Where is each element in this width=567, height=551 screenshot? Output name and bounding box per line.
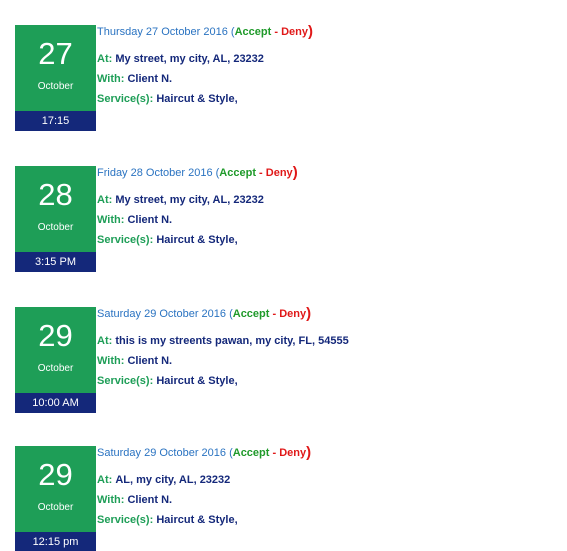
- client-label: With:: [97, 355, 125, 367]
- date-month: October: [37, 502, 74, 513]
- date-badge: 29 October 12:15 pm: [15, 446, 96, 551]
- appointment-date-text: Friday 28 October 2016 (: [97, 167, 220, 179]
- appointment-date-text: Saturday 29 October 2016 (: [97, 447, 233, 459]
- accept-link[interactable]: Accept: [233, 447, 270, 459]
- date-month: October: [37, 222, 74, 233]
- date-day: 27: [38, 36, 73, 71]
- services-value: Haircut & Style,: [156, 234, 238, 246]
- client-value: Client N.: [127, 494, 173, 506]
- appointment-item: 29 October 12:15 pm Saturday 29 October …: [15, 444, 560, 551]
- accept-link[interactable]: Accept: [235, 26, 272, 38]
- appointment-headline: Saturday 29 October 2016 (Accept - Deny): [97, 305, 312, 322]
- deny-link[interactable]: Deny: [266, 167, 293, 179]
- appointment-time: 3:15 PM: [15, 252, 96, 272]
- appointment-headline: Friday 28 October 2016 (Accept - Deny): [97, 164, 298, 181]
- location-label: At:: [97, 53, 113, 65]
- action-separator: -: [259, 167, 263, 179]
- location-label: At:: [97, 194, 113, 206]
- action-separator: -: [272, 308, 277, 320]
- date-day: 28: [38, 177, 73, 212]
- services-label: Service(s):: [97, 93, 154, 105]
- appointment-date-text: Saturday 29 October 2016 (: [97, 308, 233, 320]
- client-value: Client N.: [127, 214, 173, 226]
- date-badge-day-area: 29 October: [15, 446, 96, 532]
- action-separator: -: [274, 26, 278, 38]
- services-row: Service(s): Haircut & Style,: [97, 233, 238, 247]
- location-value: My street, my city, AL, 23232: [115, 53, 264, 65]
- deny-link[interactable]: Deny: [279, 308, 306, 320]
- location-row: At: My street, my city, AL, 23232: [97, 193, 264, 207]
- location-value: AL, my city, AL, 23232: [115, 474, 231, 486]
- date-badge-day-area: 29 October: [15, 307, 96, 393]
- location-row: At: AL, my city, AL, 23232: [97, 473, 230, 487]
- appointment-headline: Thursday 27 October 2016 (Accept - Deny): [97, 23, 313, 40]
- date-month: October: [37, 363, 74, 374]
- date-badge: 28 October 3:15 PM: [15, 166, 96, 272]
- accept-link[interactable]: Accept: [219, 167, 256, 179]
- close-paren: ): [306, 444, 312, 461]
- appointment-time: 10:00 AM: [15, 393, 96, 413]
- deny-link[interactable]: Deny: [279, 447, 306, 459]
- date-badge-day-area: 27 October: [15, 25, 96, 111]
- location-value: My street, my city, AL, 23232: [115, 194, 264, 206]
- appointment-item: 29 October 10:00 AM Saturday 29 October …: [15, 305, 560, 413]
- services-value: Haircut & Style,: [156, 514, 238, 526]
- close-paren: ): [307, 23, 313, 40]
- close-paren: ): [306, 305, 312, 322]
- action-separator: -: [272, 447, 277, 459]
- location-label: At:: [97, 474, 113, 486]
- services-row: Service(s): Haircut & Style,: [97, 92, 238, 106]
- client-row: With: Client N.: [97, 213, 172, 227]
- services-row: Service(s): Haircut & Style,: [97, 513, 238, 527]
- appointment-headline: Saturday 29 October 2016 (Accept - Deny): [97, 444, 312, 461]
- deny-link[interactable]: Deny: [281, 26, 308, 38]
- date-badge: 27 October 17:15: [15, 25, 96, 131]
- location-row: At: My street, my city, AL, 23232: [97, 52, 264, 66]
- services-value: Haircut & Style,: [156, 93, 238, 105]
- date-month: October: [37, 81, 74, 92]
- client-row: With: Client N.: [97, 354, 172, 368]
- appointment-item: 27 October 17:15 Thursday 27 October 201…: [15, 23, 560, 131]
- appointment-list: 27 October 17:15 Thursday 27 October 201…: [0, 0, 567, 551]
- appointment-time: 17:15: [15, 111, 96, 131]
- location-value: this is my streents pawan, my city, FL, …: [115, 335, 349, 347]
- client-label: With:: [97, 73, 125, 85]
- date-day: 29: [38, 318, 73, 353]
- client-label: With:: [97, 214, 125, 226]
- services-label: Service(s):: [97, 234, 154, 246]
- location-row: At: this is my streents pawan, my city, …: [97, 334, 349, 348]
- client-value: Client N.: [127, 355, 173, 367]
- date-badge-day-area: 28 October: [15, 166, 96, 252]
- client-label: With:: [97, 494, 125, 506]
- client-row: With: Client N.: [97, 493, 172, 507]
- client-row: With: Client N.: [97, 72, 172, 86]
- close-paren: ): [292, 164, 298, 181]
- date-day: 29: [38, 457, 73, 492]
- services-value: Haircut & Style,: [156, 375, 238, 387]
- services-row: Service(s): Haircut & Style,: [97, 374, 238, 388]
- appointment-time: 12:15 pm: [15, 532, 96, 551]
- services-label: Service(s):: [97, 375, 154, 387]
- client-value: Client N.: [127, 73, 173, 85]
- appointment-date-text: Thursday 27 October 2016 (: [97, 26, 235, 38]
- location-label: At:: [97, 335, 113, 347]
- accept-link[interactable]: Accept: [233, 308, 270, 320]
- date-badge: 29 October 10:00 AM: [15, 307, 96, 413]
- services-label: Service(s):: [97, 514, 154, 526]
- appointment-item: 28 October 3:15 PM Friday 28 October 201…: [15, 164, 560, 272]
